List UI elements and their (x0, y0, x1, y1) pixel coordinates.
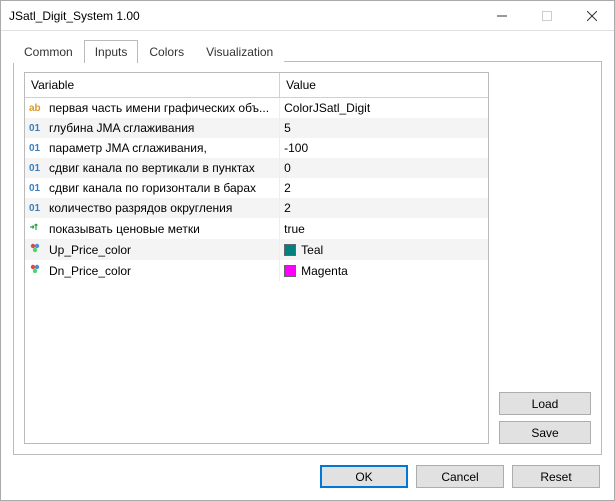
variable-name: Dn_Price_color (49, 264, 131, 278)
value-cell[interactable]: 2 (280, 198, 488, 218)
inputs-panel: Variable Value ab первая часть имени граф… (13, 62, 602, 455)
tab-underline (284, 61, 602, 62)
value-text: true (284, 222, 305, 236)
load-button[interactable]: Load (499, 392, 591, 415)
color-swatch-icon (284, 244, 296, 256)
dialog-window: JSatl_Digit_System 1.00 Common Inputs Co… (0, 0, 615, 501)
value-cell[interactable]: true (280, 218, 488, 239)
value-cell[interactable]: Teal (280, 239, 488, 260)
value-text: 0 (284, 161, 291, 175)
value-text: -100 (284, 141, 308, 155)
color-swatch-icon (284, 265, 296, 277)
variable-name: сдвиг канала по вертикали в пунктах (49, 161, 255, 175)
tab-colors[interactable]: Colors (138, 40, 195, 63)
type-int-icon: 01 (29, 123, 45, 134)
value-text: Teal (301, 243, 323, 257)
variable-cell: показывать ценовые метки (25, 218, 280, 239)
value-cell[interactable]: ColorJSatl_Digit (280, 98, 488, 119)
tab-strip: Common Inputs Colors Visualization (13, 39, 602, 62)
inputs-table: Variable Value ab первая часть имени граф… (25, 73, 488, 281)
value-text: 5 (284, 121, 291, 135)
tab-common[interactable]: Common (13, 40, 84, 63)
value-text: ColorJSatl_Digit (284, 101, 370, 115)
variable-name: первая часть имени графических объ... (49, 101, 269, 115)
titlebar: JSatl_Digit_System 1.00 (1, 1, 614, 31)
type-string-icon: ab (29, 103, 45, 114)
type-int-icon: 01 (29, 203, 45, 214)
variable-cell: Dn_Price_color (25, 260, 280, 281)
table-row[interactable]: 01 сдвиг канала по вертикали в пунктах 0 (25, 158, 488, 178)
reset-button[interactable]: Reset (512, 465, 600, 488)
ok-button[interactable]: OK (320, 465, 408, 488)
variable-name: параметр JMA сглаживания, (49, 141, 207, 155)
close-button[interactable] (569, 1, 614, 30)
content-area: Common Inputs Colors Visualization Varia… (1, 31, 614, 500)
bottom-buttons: OK Cancel Reset (13, 455, 602, 490)
table-row[interactable]: 01 глубина JMA сглаживания 5 (25, 118, 488, 138)
variable-cell: 01 параметр JMA сглаживания, (25, 138, 280, 158)
type-int-icon: 01 (29, 183, 45, 194)
window-title: JSatl_Digit_System 1.00 (9, 9, 479, 23)
table-row[interactable]: Up_Price_color Teal (25, 239, 488, 260)
type-color-icon (29, 263, 45, 278)
variable-cell: 01 сдвиг канала по вертикали в пунктах (25, 158, 280, 178)
table-row[interactable]: 01 количество разрядов округления 2 (25, 198, 488, 218)
variable-cell: 01 сдвиг канала по горизонтали в барах (25, 178, 280, 198)
side-buttons: Load Save (499, 72, 591, 444)
value-cell[interactable]: -100 (280, 138, 488, 158)
type-int-icon: 01 (29, 163, 45, 174)
value-text: 2 (284, 181, 291, 195)
value-cell[interactable]: Magenta (280, 260, 488, 281)
col-header-value[interactable]: Value (280, 73, 488, 98)
table-row[interactable]: 01 сдвиг канала по горизонтали в барах 2 (25, 178, 488, 198)
value-text: 2 (284, 201, 291, 215)
variable-name: сдвиг канала по горизонтали в барах (49, 181, 256, 195)
variable-cell: ab первая часть имени графических объ... (25, 98, 280, 119)
variable-name: количество разрядов округления (49, 201, 232, 215)
minimize-button[interactable] (479, 1, 524, 30)
type-bool-icon (29, 221, 45, 236)
value-cell[interactable]: 5 (280, 118, 488, 138)
tab-inputs[interactable]: Inputs (84, 40, 139, 63)
variable-cell: 01 количество разрядов округления (25, 198, 280, 218)
value-cell[interactable]: 0 (280, 158, 488, 178)
tab-visualization[interactable]: Visualization (195, 40, 284, 63)
variable-name: глубина JMA сглаживания (49, 121, 194, 135)
table-row[interactable]: ab первая часть имени графических объ... C… (25, 98, 488, 119)
table-row[interactable]: Dn_Price_color Magenta (25, 260, 488, 281)
table-row[interactable]: показывать ценовые метки true (25, 218, 488, 239)
type-int-icon: 01 (29, 143, 45, 154)
inputs-table-wrap: Variable Value ab первая часть имени граф… (24, 72, 489, 444)
value-cell[interactable]: 2 (280, 178, 488, 198)
col-header-variable[interactable]: Variable (25, 73, 280, 98)
titlebar-buttons (479, 1, 614, 30)
cancel-button[interactable]: Cancel (416, 465, 504, 488)
variable-name: Up_Price_color (49, 243, 131, 257)
variable-cell: Up_Price_color (25, 239, 280, 260)
variable-name: показывать ценовые метки (49, 222, 200, 236)
maximize-button[interactable] (524, 1, 569, 30)
table-row[interactable]: 01 параметр JMA сглаживания, -100 (25, 138, 488, 158)
type-color-icon (29, 242, 45, 257)
value-text: Magenta (301, 264, 348, 278)
variable-cell: 01 глубина JMA сглаживания (25, 118, 280, 138)
save-button[interactable]: Save (499, 421, 591, 444)
